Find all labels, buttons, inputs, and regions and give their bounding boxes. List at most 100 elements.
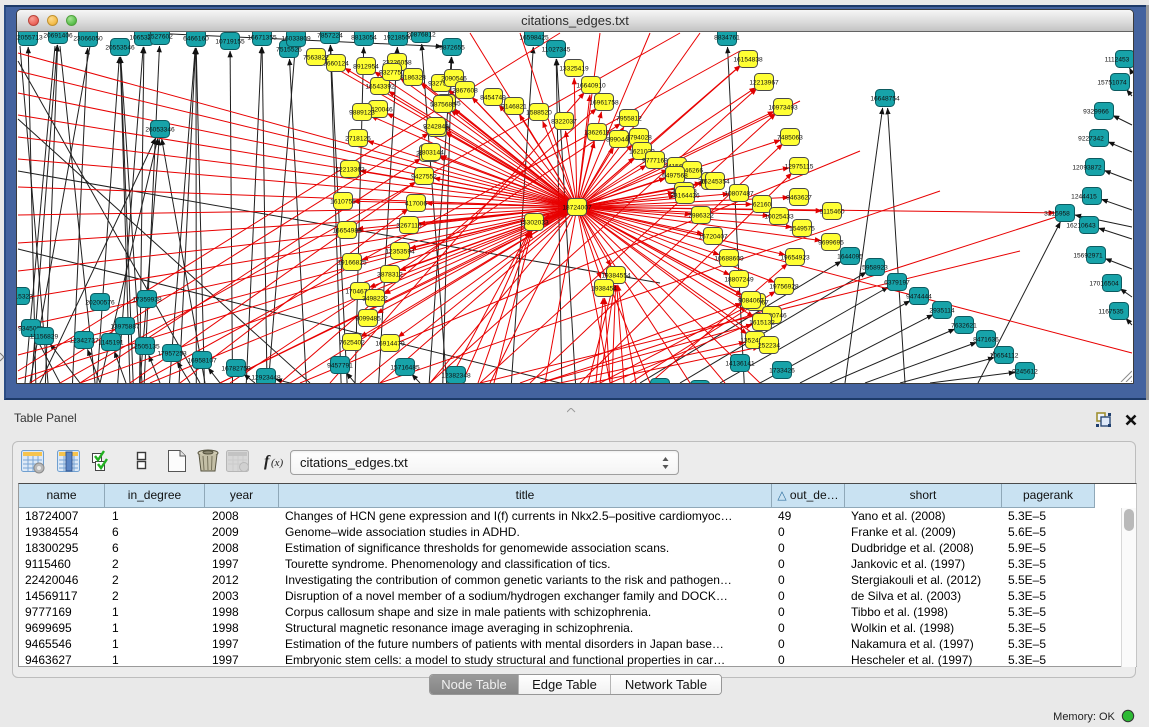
svg-text:13325419: 13325419 <box>559 66 589 73</box>
svg-text:9872655: 9872655 <box>439 45 465 52</box>
svg-text:15720407: 15720407 <box>698 234 728 241</box>
svg-text:6466160: 6466160 <box>183 36 209 43</box>
svg-text:9427552: 9427552 <box>411 174 437 181</box>
svg-text:3915323: 3915323 <box>17 294 33 301</box>
svg-text:1112453: 1112453 <box>1105 57 1130 64</box>
svg-text:20553546: 20553546 <box>105 45 135 52</box>
svg-text:15692971: 15692971 <box>1073 253 1103 260</box>
svg-text:26053346: 26053346 <box>145 127 175 134</box>
svg-text:16245354: 16245354 <box>700 179 730 186</box>
svg-text:7857224: 7857224 <box>317 33 343 40</box>
svg-text:1145191: 1145191 <box>98 340 124 347</box>
svg-text:12213363: 12213363 <box>335 167 365 174</box>
svg-text:1588520: 1588520 <box>526 110 552 117</box>
svg-text:16914479: 16914479 <box>375 341 405 348</box>
svg-text:2803144: 2803144 <box>418 150 444 157</box>
svg-text:16671355: 16671355 <box>247 35 277 42</box>
svg-text:6497568: 6497568 <box>662 173 688 180</box>
svg-text:7632621: 7632621 <box>951 323 977 330</box>
svg-text:12505135: 12505135 <box>130 344 160 351</box>
svg-text:10807487: 10807487 <box>724 191 754 198</box>
svg-text:1167535: 1167535 <box>1098 309 1124 316</box>
svg-text:16210643: 16210643 <box>1066 223 1096 230</box>
svg-text:12055713: 12055713 <box>17 35 43 42</box>
svg-text:18807249: 18807249 <box>724 277 754 284</box>
svg-text:9245612: 9245612 <box>1012 369 1038 376</box>
svg-text:20200576: 20200576 <box>85 300 115 307</box>
svg-text:f: f <box>264 453 271 470</box>
svg-text:13975887: 13975887 <box>110 324 140 331</box>
svg-text:16033809: 16033809 <box>281 36 311 43</box>
svg-text:1644095: 1644095 <box>837 254 863 261</box>
svg-text:417006: 417006 <box>405 201 427 208</box>
svg-text:12093872: 12093872 <box>1072 165 1102 172</box>
svg-text:15302033: 15302033 <box>519 220 549 227</box>
svg-text:8322037: 8322037 <box>551 119 577 126</box>
svg-text:9115460: 9115460 <box>819 209 845 216</box>
svg-text:16961758: 16961758 <box>589 100 619 107</box>
svg-text:8912954: 8912954 <box>353 64 379 71</box>
svg-text:7625402: 7625402 <box>339 340 365 347</box>
svg-text:11027345: 11027345 <box>542 47 571 54</box>
svg-text:16640910: 16640910 <box>576 83 606 90</box>
svg-text:17957253: 17957253 <box>157 351 187 358</box>
svg-text:10973493: 10973493 <box>768 105 798 112</box>
svg-text:7986322: 7986322 <box>688 213 714 220</box>
svg-text:17359938: 17359938 <box>132 297 162 304</box>
svg-text:8186328: 8186328 <box>400 75 426 82</box>
svg-text:2867608: 2867608 <box>452 88 478 95</box>
svg-text:12342737: 12342737 <box>69 338 99 345</box>
svg-text:18724007: 18724007 <box>562 205 592 212</box>
svg-text:9889123: 9889123 <box>349 110 375 117</box>
svg-text:3215958: 3215958 <box>1044 211 1070 218</box>
svg-text:1527602: 1527602 <box>147 34 173 41</box>
svg-text:16598425: 16598425 <box>519 35 549 42</box>
svg-text:15716485: 15716485 <box>390 365 420 372</box>
svg-text:6379197: 6379197 <box>884 280 910 287</box>
svg-text:10025433: 10025433 <box>764 214 794 221</box>
svg-text:10719155: 10719155 <box>215 39 245 46</box>
svg-text:7955812: 7955812 <box>616 116 642 123</box>
svg-text:20876812: 20876812 <box>406 32 436 39</box>
svg-text:1244415: 1244415 <box>1071 194 1097 201</box>
svg-text:16958107: 16958107 <box>187 358 217 365</box>
svg-text:16154838: 16154838 <box>733 57 763 64</box>
svg-text:3498222: 3498222 <box>362 296 388 303</box>
svg-text:9099485: 9099485 <box>355 316 381 323</box>
svg-text:3878312: 3878312 <box>377 272 403 279</box>
svg-text:8834761: 8834761 <box>714 35 740 42</box>
svg-text:(x): (x) <box>271 457 284 469</box>
svg-text:5958923: 5958923 <box>862 265 888 272</box>
svg-text:9227342: 9227342 <box>1078 136 1104 143</box>
svg-text:23066050: 23066050 <box>73 36 103 43</box>
svg-text:19654923: 19654923 <box>780 255 810 262</box>
svg-text:7563822: 7563822 <box>303 55 329 62</box>
svg-text:1362615: 1362615 <box>584 130 610 137</box>
svg-text:12382348: 12382348 <box>441 373 471 380</box>
svg-text:16648754: 16648754 <box>870 96 900 103</box>
svg-text:1615132: 1615132 <box>749 320 775 327</box>
svg-text:5875685: 5875685 <box>430 102 456 109</box>
svg-text:8454749: 8454749 <box>480 95 506 102</box>
svg-text:1610755: 1610755 <box>330 199 356 206</box>
svg-text:252234: 252234 <box>758 343 780 350</box>
svg-text:14136141: 14136141 <box>725 361 755 368</box>
svg-text:19384554: 19384554 <box>601 273 631 280</box>
svg-text:62160: 62160 <box>753 202 772 209</box>
svg-text:10688609: 10688609 <box>714 256 744 263</box>
svg-text:2718126: 2718126 <box>345 136 371 143</box>
svg-text:15751074: 15751074 <box>1097 80 1127 87</box>
svg-text:16543392: 16543392 <box>365 84 395 91</box>
svg-text:6794028: 6794028 <box>626 135 652 142</box>
svg-text:17016504: 17016504 <box>1089 281 1119 288</box>
svg-text:8660124: 8660124 <box>323 61 349 68</box>
svg-text:20691406: 20691406 <box>43 33 73 40</box>
svg-text:23164436: 23164436 <box>670 193 700 200</box>
svg-text:9457791: 9457791 <box>327 363 353 370</box>
svg-text:12975115: 12975115 <box>785 164 814 171</box>
svg-text:11156829: 11156829 <box>30 334 59 341</box>
svg-text:12213967: 12213967 <box>749 80 779 87</box>
svg-text:1549575: 1549575 <box>789 226 815 233</box>
svg-text:16654985: 16654985 <box>332 228 362 235</box>
svg-text:12353594: 12353594 <box>385 249 415 256</box>
